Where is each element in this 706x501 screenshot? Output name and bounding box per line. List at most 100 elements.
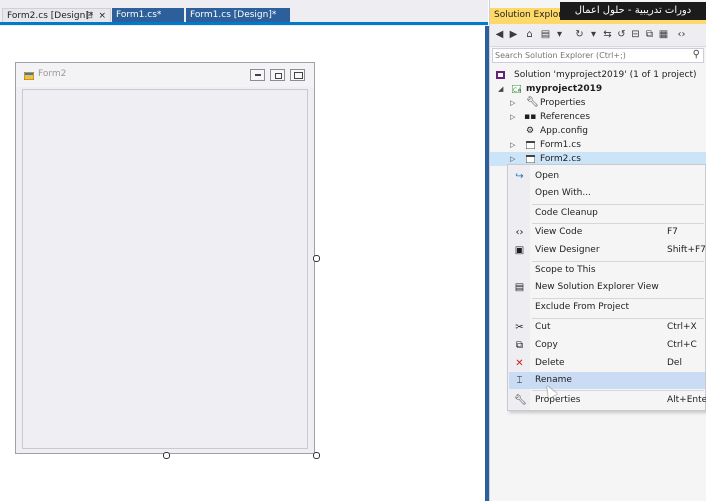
- menu-separator: [532, 390, 704, 391]
- forward-icon[interactable]: ▶: [508, 29, 519, 40]
- tab-label: Form1.cs [Design]*: [190, 10, 277, 20]
- config-file-icon: ⚙: [526, 126, 535, 136]
- tree-item-label: Solution 'myproject2019' (1 of 1 project…: [514, 70, 697, 80]
- maximize-button[interactable]: [270, 69, 285, 81]
- context-menu: ↪ Open Open With... Code Cleanup ‹› View…: [507, 164, 706, 411]
- designer-surface[interactable]: Form2: [0, 26, 489, 501]
- menu-item-view-designer[interactable]: ▣ View Designer Shift+F7: [509, 242, 706, 259]
- menu-item-shortcut: Shift+F7: [667, 245, 706, 255]
- switch-views-icon[interactable]: ▤: [540, 29, 551, 40]
- collapsed-arrow-icon[interactable]: ▷: [510, 96, 515, 110]
- search-input[interactable]: [495, 50, 680, 61]
- collapsed-arrow-icon[interactable]: ▷: [510, 110, 515, 124]
- menu-item-scope-to-this[interactable]: Scope to This: [509, 262, 705, 279]
- menu-item-label: Cut: [535, 322, 551, 332]
- resize-handle-right[interactable]: [313, 255, 320, 262]
- sync-icon[interactable]: ⇆: [602, 29, 613, 40]
- open-icon: ↪: [515, 171, 524, 182]
- svg-text:C#: C#: [513, 87, 521, 93]
- search-box[interactable]: ⚲: [492, 48, 704, 63]
- dropdown-arrow-icon[interactable]: ▾: [588, 29, 599, 40]
- properties-icon[interactable]: ▦: [658, 29, 669, 40]
- tree-item-project[interactable]: ◢ C# myproject2019: [490, 82, 706, 96]
- menu-item-shortcut: Del: [667, 358, 682, 368]
- menu-item-code-cleanup[interactable]: Code Cleanup: [509, 205, 705, 222]
- view-code-icon[interactable]: ‹›: [676, 29, 687, 40]
- menu-item-rename[interactable]: ⌶ Rename: [509, 372, 705, 389]
- minimize-button[interactable]: [250, 69, 265, 81]
- search-icon[interactable]: ⚲: [693, 49, 700, 60]
- resize-handle-corner[interactable]: [313, 452, 320, 459]
- tab-form2-design[interactable]: Form2.cs [Design]* ⊟ ×: [2, 8, 111, 22]
- form-icon: [24, 72, 34, 80]
- minimize-icon: [255, 74, 261, 76]
- tab-label: Form2.cs [Design]*: [7, 11, 94, 21]
- references-icon: ▪▪: [524, 112, 537, 122]
- form-client-area[interactable]: [22, 89, 308, 449]
- menu-item-label: Delete: [535, 358, 565, 368]
- tab-form1-design[interactable]: Form1.cs [Design]*: [186, 8, 290, 22]
- menu-item-label: Exclude From Project: [535, 302, 630, 312]
- menu-item-exclude-from-project[interactable]: Exclude From Project: [509, 299, 705, 316]
- tree-item-app-config[interactable]: ⚙ App.config: [490, 124, 706, 138]
- tab-label: Form1.cs*: [116, 10, 162, 20]
- menu-item-delete[interactable]: ✕ Delete Del: [509, 355, 705, 372]
- menu-item-shortcut: Ctrl+C: [667, 340, 697, 350]
- menu-item-label: Scope to This: [535, 265, 596, 275]
- menu-item-label: Properties: [535, 395, 581, 405]
- menu-item-label: New Solution Explorer View: [535, 282, 659, 292]
- form-title: Form2: [38, 69, 67, 79]
- tree-item-label: References: [540, 112, 591, 122]
- collapse-all-icon[interactable]: ⊟: [630, 29, 641, 40]
- watermark-text: دورات تدريبية - حلول اعمال: [574, 5, 692, 16]
- menu-item-new-solution-explorer-view[interactable]: ▤ New Solution Explorer View: [509, 279, 705, 296]
- tree-item-label: Form1.cs: [540, 140, 581, 150]
- collapsed-arrow-icon[interactable]: ▷: [510, 138, 515, 152]
- menu-item-properties[interactable]: 🔧︎ Properties Alt+Enter: [509, 392, 706, 409]
- back-icon[interactable]: ◀: [494, 29, 505, 40]
- menu-item-shortcut: Ctrl+X: [667, 322, 697, 332]
- tree-item-form1[interactable]: ▷ Form1.cs: [490, 138, 706, 152]
- tree-item-solution[interactable]: Solution 'myproject2019' (1 of 1 project…: [490, 68, 706, 82]
- menu-item-label: View Code: [535, 227, 583, 237]
- tree-item-properties[interactable]: ▷ 🔧︎ Properties: [490, 96, 706, 110]
- expanded-arrow-icon[interactable]: ◢: [498, 82, 503, 96]
- tree-item-label: App.config: [540, 126, 588, 136]
- menu-item-shortcut: Alt+Enter: [667, 395, 706, 405]
- tree-item-references[interactable]: ▷ ▪▪ References: [490, 110, 706, 124]
- resize-handle-bottom[interactable]: [163, 452, 170, 459]
- show-all-files-icon[interactable]: ⧉: [644, 29, 655, 40]
- home-icon[interactable]: ⌂: [524, 29, 535, 40]
- refresh-icon[interactable]: ↺: [616, 29, 627, 40]
- csharp-project-icon: C#: [512, 85, 521, 93]
- menu-item-copy[interactable]: ⧉ Copy Ctrl+C: [509, 337, 705, 354]
- menu-item-view-code[interactable]: ‹› View Code F7: [509, 224, 705, 241]
- delete-x-icon: ✕: [515, 358, 524, 369]
- tree-item-label: Properties: [540, 98, 586, 108]
- pin-icon[interactable]: ⊟: [85, 9, 93, 23]
- pending-changes-icon[interactable]: ↻: [574, 29, 585, 40]
- menu-item-shortcut: F7: [667, 227, 678, 237]
- view-designer-icon: ▣: [514, 245, 525, 256]
- menu-item-open-with[interactable]: Open With...: [509, 185, 705, 202]
- menu-item-label: Open With...: [535, 188, 591, 198]
- rename-icon: ⌶: [516, 375, 523, 386]
- menu-item-label: View Designer: [535, 245, 600, 255]
- menu-item-open[interactable]: ↪ Open: [509, 168, 705, 185]
- form-window[interactable]: Form2: [15, 62, 315, 454]
- close-button[interactable]: [290, 69, 305, 81]
- document-tab-strip: Form2.cs [Design]* ⊟ × Form1.cs* Form1.c…: [0, 0, 488, 26]
- form-titlebar: Form2: [16, 63, 314, 87]
- new-view-icon: ▤: [514, 282, 525, 293]
- watermark-banner: دورات تدريبية - حلول اعمال: [560, 2, 706, 20]
- solution-explorer-toolbar: ◀ ▶ ⌂ ▤ ▾ ↻ ▾ ⇆ ↺ ⊟ ⧉ ▦ ‹›: [490, 24, 706, 47]
- wrench-icon: 🔧︎: [514, 395, 527, 406]
- solution-icon: [496, 71, 505, 79]
- menu-item-cut[interactable]: ✂ Cut Ctrl+X: [509, 319, 705, 336]
- scissors-icon: ✂: [515, 322, 524, 333]
- copy-icon: ⧉: [515, 340, 524, 351]
- close-icon[interactable]: ×: [98, 9, 106, 23]
- tab-form1-cs[interactable]: Form1.cs*: [112, 8, 184, 22]
- dropdown-arrow-icon[interactable]: ▾: [554, 29, 565, 40]
- wrench-icon: 🔧︎: [526, 97, 539, 108]
